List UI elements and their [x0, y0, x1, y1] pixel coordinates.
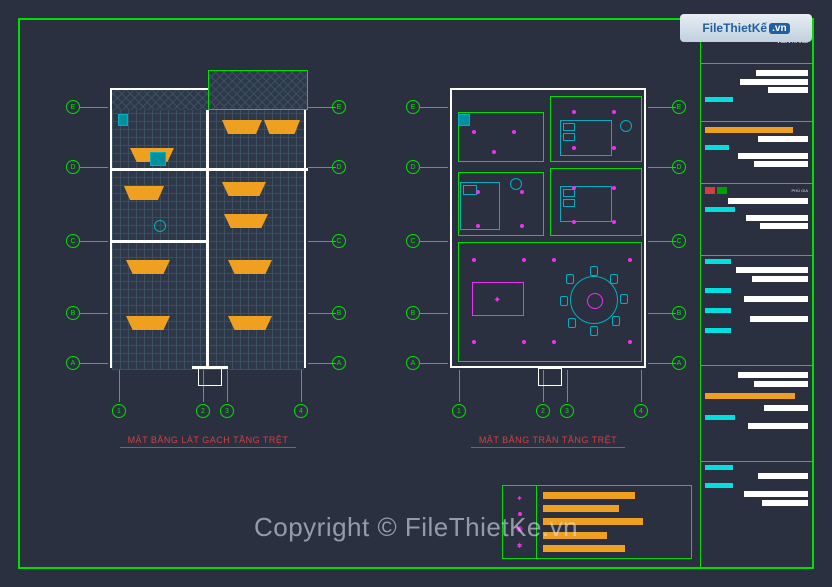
legend-sym-light: ✦	[516, 494, 523, 503]
hatch-roof-tr	[208, 70, 308, 110]
logo-tld: .vn	[769, 23, 789, 34]
bed-icon	[560, 186, 612, 222]
grid-row-c: C	[66, 234, 80, 248]
plan-title-right: MẶT BẰNG TRẦN TẦNG TRỆT	[408, 435, 688, 448]
grid-row-b: B	[66, 306, 80, 320]
grid-col-1: 1	[112, 404, 126, 418]
grid-col-2: 2	[196, 404, 210, 418]
grid-row-d: D	[66, 160, 80, 174]
grid-row-a: A	[66, 356, 80, 370]
drawing-frame: FileThietKế.vn A B C D E A B C D E 1 2 3…	[18, 18, 814, 569]
floor-plan-tiles: A B C D E A B C D E 1 2 3 4	[68, 60, 348, 420]
grid2-row-a: A	[406, 356, 420, 370]
plan-title-left: MẶT BẰNG LÁT GẠCH TẦNG TRỆT	[68, 435, 348, 448]
grid2-row-c: C	[406, 234, 420, 248]
grid2-row-b: B	[406, 306, 420, 320]
building-outline-left	[110, 88, 306, 368]
title-block-panel: STAR VILLAS VIENTIANE PHÚ GIA	[700, 20, 812, 567]
rug-outline: ✦	[472, 282, 524, 316]
building-outline-right: ✦	[450, 88, 646, 368]
phu-gia-label: PHÚ GIA	[792, 188, 808, 193]
floor-plan-ceiling: A B C D E A B C D E 1 2 3 4	[408, 60, 688, 420]
flag-icon	[705, 187, 715, 194]
legend-box: ✦ ◉ ✱	[502, 485, 692, 559]
site-logo: FileThietKế.vn	[680, 14, 812, 42]
wc-icon	[510, 178, 522, 190]
grid-col-4: 4	[294, 404, 308, 418]
entry-step	[198, 368, 222, 386]
panel-field	[756, 70, 808, 76]
legend-bar	[543, 492, 635, 499]
legend-sym-dot	[518, 512, 522, 516]
grid-row-e: E	[66, 100, 80, 114]
grid2-row-e: E	[406, 100, 420, 114]
hatch-roof-tl	[112, 90, 208, 110]
logo-text: FileThietKế	[702, 21, 767, 35]
appliance-icon	[458, 114, 470, 126]
fixture-icon	[118, 114, 128, 126]
wc-icon	[154, 220, 166, 232]
panel-title-bar	[705, 127, 793, 133]
rug-icon	[124, 186, 164, 200]
bed-icon	[460, 182, 500, 230]
grid2-row-d: D	[406, 160, 420, 174]
grid-col-3: 3	[220, 404, 234, 418]
bed-icon	[560, 120, 612, 156]
